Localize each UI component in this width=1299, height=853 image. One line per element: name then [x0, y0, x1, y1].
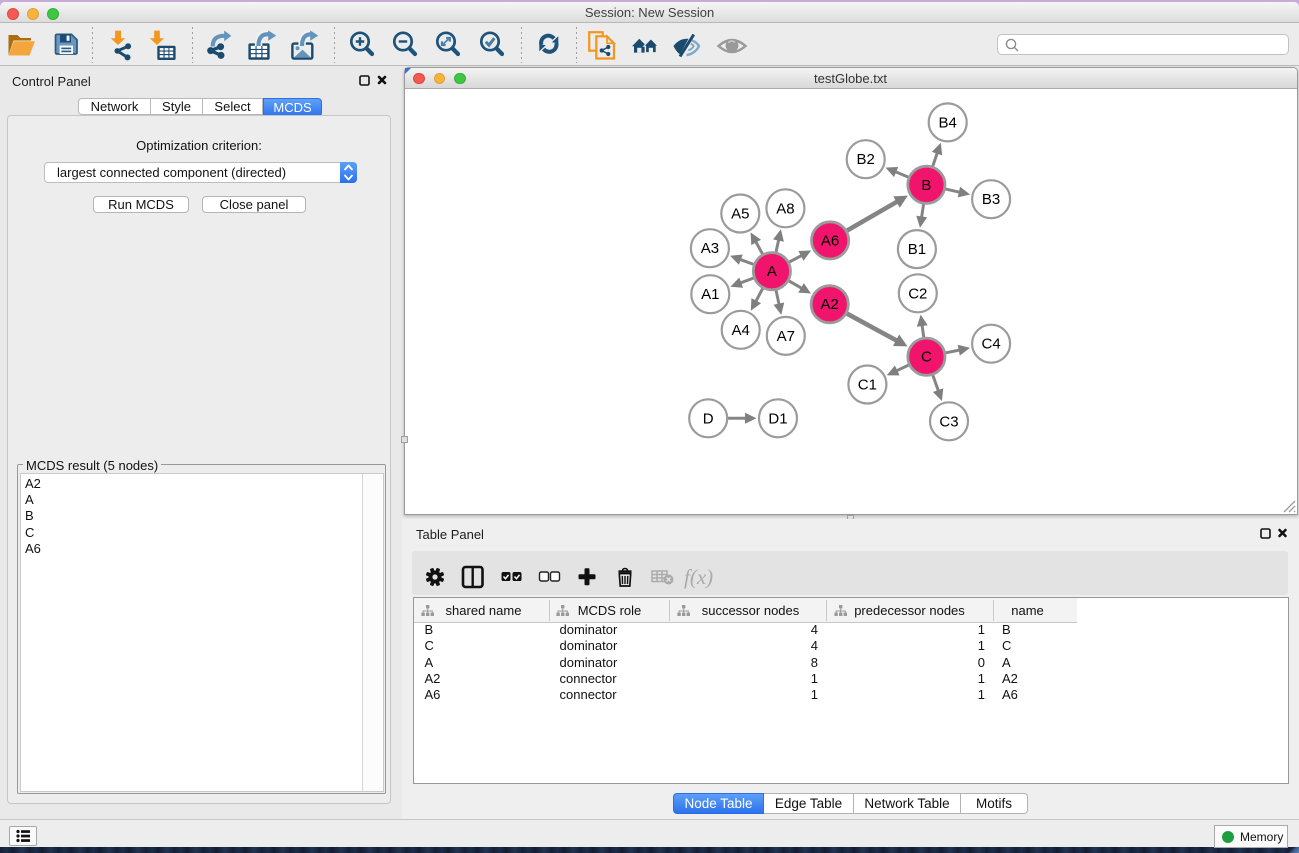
- svg-text:A1: A1: [701, 286, 719, 303]
- svg-text:C2: C2: [908, 285, 927, 302]
- svg-text:A6: A6: [821, 232, 839, 249]
- svg-text:C3: C3: [939, 413, 958, 430]
- svg-text:A5: A5: [731, 206, 749, 223]
- svg-text:B2: B2: [857, 151, 875, 168]
- svg-text:B3: B3: [982, 191, 1000, 208]
- svg-text:A2: A2: [821, 296, 839, 313]
- svg-text:A8: A8: [776, 200, 794, 217]
- svg-text:D: D: [703, 410, 714, 427]
- svg-text:A7: A7: [777, 328, 795, 345]
- svg-text:B: B: [921, 177, 931, 194]
- svg-text:C: C: [921, 349, 932, 366]
- svg-text:D1: D1: [768, 410, 787, 427]
- svg-text:B4: B4: [939, 114, 957, 131]
- svg-text:f(x): f(x): [684, 565, 713, 589]
- svg-text:A: A: [767, 263, 777, 280]
- svg-text:A3: A3: [701, 240, 719, 257]
- svg-text:C1: C1: [858, 377, 877, 394]
- svg-text:A4: A4: [732, 322, 750, 339]
- svg-text:B1: B1: [908, 241, 926, 258]
- svg-text:C4: C4: [982, 336, 1001, 353]
